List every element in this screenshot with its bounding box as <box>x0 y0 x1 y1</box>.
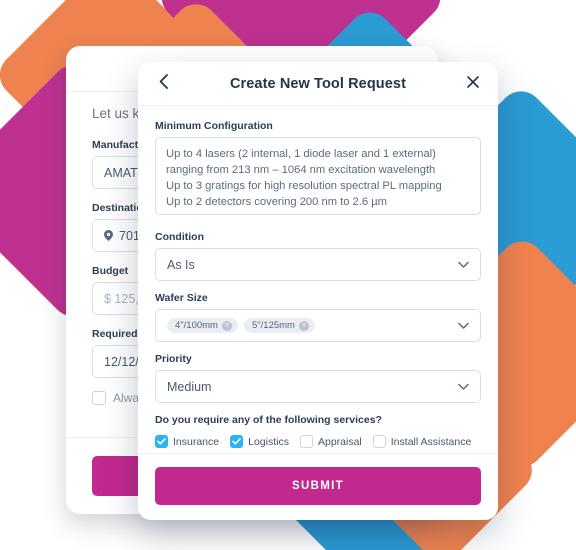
service-option-install-assistance[interactable]: Install Assistance <box>372 435 472 448</box>
submit-button[interactable]: SUBMIT <box>155 467 481 505</box>
minimum-configuration-label: Minimum Configuration <box>155 120 273 132</box>
service-option-insurance[interactable]: Insurance <box>155 435 219 448</box>
wafer-size-chip-list: 4"/100mm ✕ 5"/125mm ✕ <box>167 318 315 333</box>
close-button[interactable] <box>454 62 492 105</box>
checkbox-insurance[interactable] <box>155 435 168 448</box>
chevron-down-icon <box>458 383 469 390</box>
checkbox-appraisal[interactable] <box>299 435 313 448</box>
condition-value: As Is <box>167 257 195 272</box>
condition-label: Condition <box>155 231 204 243</box>
page-canvas: Let us k Manufactu AMAT / A Destination … <box>0 0 576 550</box>
service-label-insurance: Insurance <box>173 435 220 448</box>
service-label-logistics: Logistics <box>248 435 289 448</box>
back-button[interactable] <box>144 62 182 105</box>
modal-header: Create New Tool Request <box>138 62 498 106</box>
modal-body: Minimum Configuration Condition As Is Wa… <box>138 106 498 453</box>
checkbox-logistics[interactable] <box>230 435 244 448</box>
location-pin-icon <box>104 230 113 241</box>
chevron-down-icon <box>458 261 469 268</box>
create-tool-request-modal: Create New Tool Request Minimum Configur… <box>138 62 498 520</box>
background-always-checkbox[interactable] <box>92 391 106 405</box>
services-checkbox-group: Insurance Logistics Appraisal Install As… <box>155 435 481 448</box>
condition-select[interactable]: As Is <box>155 248 481 281</box>
wafer-size-label: Wafer Size <box>155 292 208 304</box>
chip-remove-icon[interactable]: ✕ <box>298 320 309 331</box>
service-label-appraisal: Appraisal <box>317 435 362 448</box>
priority-label: Priority <box>155 353 192 365</box>
priority-value: Medium <box>167 379 212 394</box>
background-value-budget: $ 125, <box>104 291 139 306</box>
chevron-left-icon <box>159 73 168 94</box>
service-option-logistics[interactable]: Logistics <box>230 435 289 448</box>
wafer-size-chip-label: 4"/100mm <box>175 320 218 331</box>
wafer-size-chip[interactable]: 4"/100mm ✕ <box>167 318 238 333</box>
service-label-install-assistance: Install Assistance <box>390 435 472 448</box>
wafer-size-chip-label: 5"/125mm <box>251 320 295 331</box>
wafer-size-select[interactable]: 4"/100mm ✕ 5"/125mm ✕ <box>155 309 481 342</box>
minimum-configuration-textarea[interactable] <box>155 137 481 215</box>
wafer-size-chip[interactable]: 5"/125mm ✕ <box>243 318 315 333</box>
chevron-down-icon <box>458 322 469 329</box>
priority-select[interactable]: Medium <box>155 370 481 403</box>
checkbox-install-assistance[interactable] <box>372 435 386 448</box>
page-title: Create New Tool Request <box>229 75 407 92</box>
chip-remove-icon[interactable]: ✕ <box>221 320 232 331</box>
services-question: Do you require any of the following serv… <box>155 414 382 426</box>
service-option-appraisal[interactable]: Appraisal <box>299 435 362 448</box>
close-icon <box>467 75 479 93</box>
modal-footer: SUBMIT <box>138 453 498 520</box>
